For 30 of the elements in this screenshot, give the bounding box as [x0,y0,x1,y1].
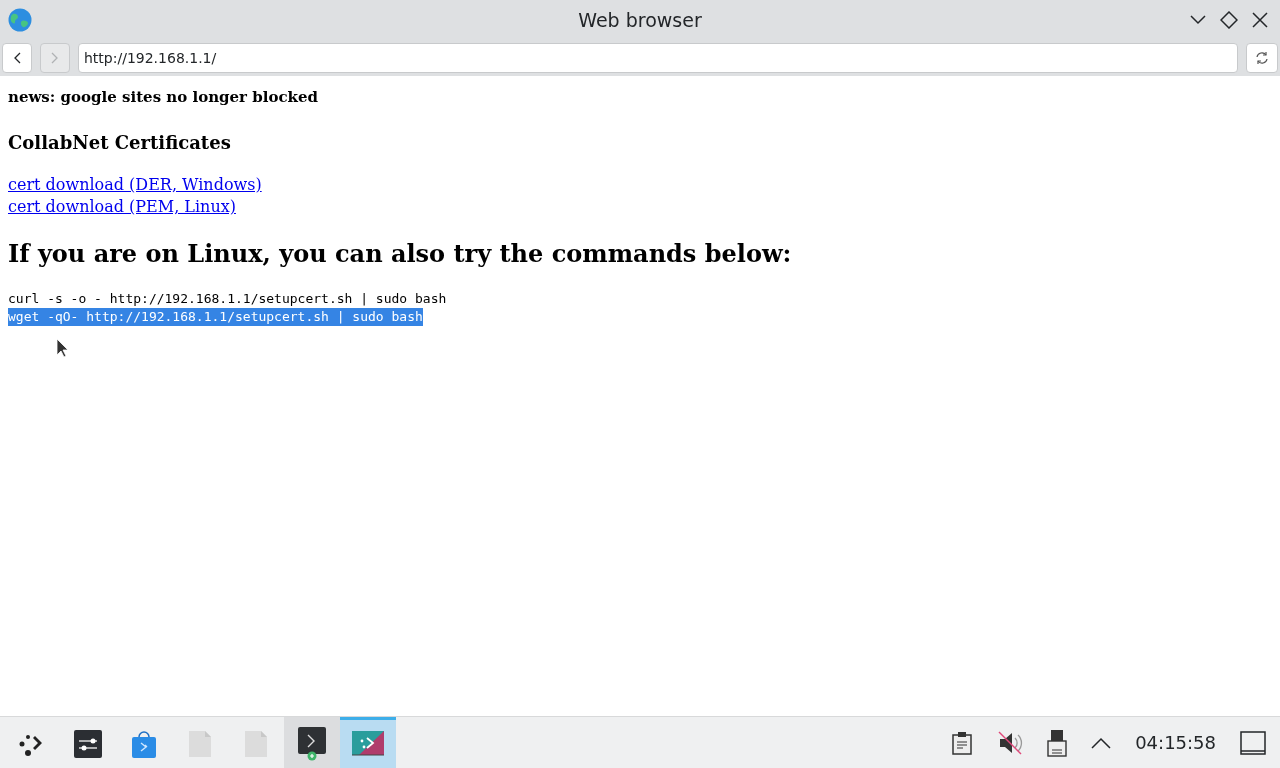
address-field[interactable]: http://192.168.1.1/ [78,43,1238,73]
terminal-icon [297,727,327,761]
chevron-left-icon [13,52,21,64]
sliders-icon [74,730,102,758]
maximize-icon[interactable] [1220,11,1238,29]
reload-icon [1255,51,1269,65]
file-icon [188,730,212,758]
chevron-up-icon[interactable] [1091,736,1112,749]
download-link[interactable]: cert download (DER, Windows) [8,173,262,196]
clipboard-icon[interactable] [951,730,974,755]
chevron-right-icon [51,52,59,64]
show-desktop-icon[interactable] [1240,730,1266,755]
taskbar-button[interactable] [284,717,340,768]
minimize-icon[interactable] [1190,15,1206,25]
news-text: news: google sites no longer blocked [8,87,319,108]
muted-speaker-icon[interactable] [997,729,1024,756]
usb-drive-icon[interactable] [1047,728,1068,757]
mouse-cursor-icon [56,338,68,358]
file-icon [244,730,268,758]
reload-button[interactable] [1246,43,1278,73]
shopping-bag-icon [130,729,158,759]
window-title: Web browser [578,7,702,33]
browser-window-icon [351,730,385,758]
section-heading: CollabNet Certificates [8,130,232,155]
globe-icon [8,8,32,32]
close-icon[interactable] [1252,12,1268,28]
download-link[interactable]: cert download (PEM, Linux) [8,195,236,218]
clock-text[interactable]: 04:15:58 [1135,729,1216,756]
page-heading: If you are on Linux, you can also try the commands below: [8,237,793,270]
command-line: curl -s -o - http://192.168.1.1/setupcert.sh | sudo bash [8,289,447,308]
